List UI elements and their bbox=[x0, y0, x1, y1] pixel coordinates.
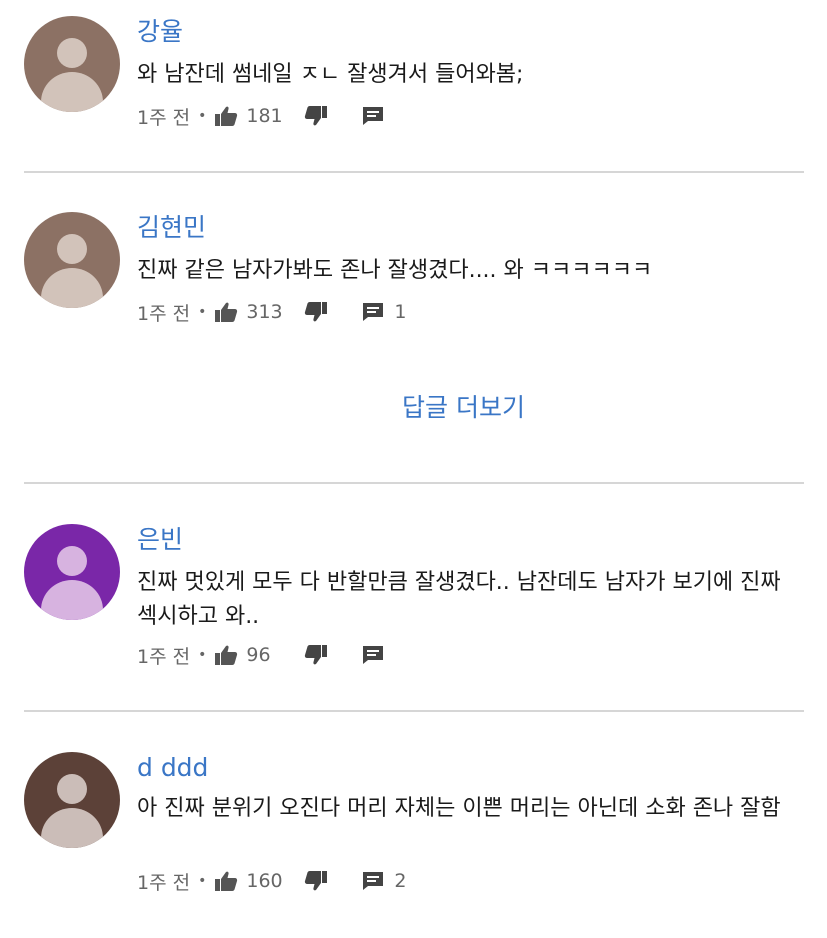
comment-text: 아 진짜 분위기 오진다 머리 자체는 이쁜 머리는 아닌데 소화 존나 잘함 bbox=[137, 796, 781, 821]
comment-author[interactable]: d ddd bbox=[137, 752, 208, 784]
comment-text: 진짜 같은 남자가봐도 존나 잘생겼다.... 와 ㅋㅋㅋㅋㅋㅋ bbox=[137, 258, 653, 283]
separator-dot: • bbox=[198, 873, 207, 889]
comment-icon[interactable] bbox=[362, 871, 384, 891]
thumbs-up-icon[interactable] bbox=[214, 870, 238, 892]
comment-icon[interactable] bbox=[362, 302, 384, 322]
comment-actions: 1주 전 • 313 1 bbox=[137, 297, 406, 327]
separator-dot: • bbox=[198, 647, 207, 663]
avatar[interactable] bbox=[24, 16, 120, 112]
avatar[interactable] bbox=[24, 752, 120, 848]
comment-author[interactable]: 김현민 bbox=[137, 212, 206, 244]
thumbs-up-icon[interactable] bbox=[214, 301, 238, 323]
avatar-body bbox=[41, 72, 103, 112]
thumbs-down-icon[interactable] bbox=[304, 644, 328, 666]
avatar-head bbox=[57, 234, 87, 264]
like-count: 160 bbox=[246, 870, 283, 892]
comment-icon[interactable] bbox=[362, 106, 384, 126]
thumbs-down-icon[interactable] bbox=[304, 301, 328, 323]
comment-time: 1주 전 bbox=[137, 302, 191, 325]
separator-dot: • bbox=[198, 304, 207, 320]
comment-author[interactable]: 강율 bbox=[137, 16, 183, 48]
avatar-body bbox=[41, 808, 103, 848]
thumbs-up-icon[interactable] bbox=[214, 644, 238, 666]
thumbs-down-icon[interactable] bbox=[304, 105, 328, 127]
avatar-body bbox=[41, 580, 103, 620]
comment-icon[interactable] bbox=[362, 645, 384, 665]
comment-text: 진짜 멋있게 모두 다 반할만큼 잘생겼다.. 남잔데도 남자가 보기에 진짜 … bbox=[137, 570, 781, 629]
comment-actions: 1주 전 • 181 bbox=[137, 101, 384, 131]
divider bbox=[24, 482, 804, 484]
divider bbox=[24, 171, 804, 173]
comment-time: 1주 전 bbox=[137, 645, 191, 668]
reply-count: 1 bbox=[394, 301, 407, 323]
avatar-head bbox=[57, 38, 87, 68]
divider bbox=[24, 710, 804, 712]
comment-time: 1주 전 bbox=[137, 871, 191, 894]
thumbs-down-icon[interactable] bbox=[304, 870, 328, 892]
comment-actions: 1주 전 • 96 bbox=[137, 640, 384, 670]
like-count: 313 bbox=[246, 301, 283, 323]
comment-time: 1주 전 bbox=[137, 106, 191, 129]
comment-actions: 1주 전 • 160 2 bbox=[137, 866, 406, 896]
avatar-body bbox=[41, 268, 103, 308]
like-count: 181 bbox=[246, 105, 283, 127]
avatar-head bbox=[57, 774, 87, 804]
thumbs-up-icon[interactable] bbox=[214, 105, 238, 127]
more-replies-button[interactable]: 답글 더보기 bbox=[0, 388, 827, 424]
avatar[interactable] bbox=[24, 524, 120, 620]
reply-count: 2 bbox=[394, 870, 407, 892]
separator-dot: • bbox=[198, 108, 207, 124]
comment-author[interactable]: 은빈 bbox=[137, 524, 183, 556]
comment-text: 와 남잔데 썸네일 ㅈㄴ 잘생겨서 들어와봄; bbox=[137, 62, 524, 87]
avatar-head bbox=[57, 546, 87, 576]
avatar[interactable] bbox=[24, 212, 120, 308]
like-count: 96 bbox=[246, 644, 271, 666]
